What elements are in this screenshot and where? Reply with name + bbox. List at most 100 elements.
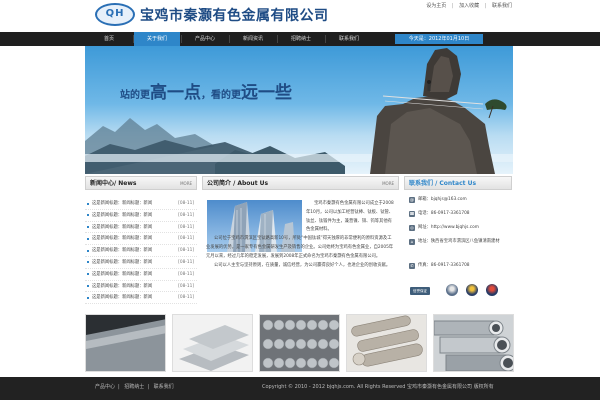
bullet-icon	[87, 249, 89, 252]
news-item[interactable]: 这是新闻标题：新闻标题：新闻 [08-11]	[85, 198, 197, 210]
bullet-icon	[87, 202, 89, 205]
contact-phone: ☎ 电话：86-0917-3361708	[408, 210, 512, 224]
titanium-bars-graphic	[347, 315, 426, 371]
news-item-title[interactable]: 这是新闻标题：新闻标题：新闻	[92, 295, 152, 300]
nav-item-jobs[interactable]: 招聘纳士	[278, 32, 324, 46]
about-panel-title: 公司简介 / About Us	[207, 180, 269, 187]
contact-list: @ 邮箱：bjqhjs@163.com ☎ 电话：86-0917-3361708 ◎…	[408, 196, 512, 276]
about-more-link[interactable]: MORE	[382, 178, 394, 190]
contact-address: ⌂ 地址：陕西省宝鸡市渭滨区八鱼镇清南建材	[408, 238, 512, 262]
fax-icon: ✆	[409, 263, 415, 269]
contact-email: @ 邮箱：bjqhjs@163.com	[408, 196, 512, 210]
divider: |	[484, 3, 487, 9]
bullet-icon	[87, 214, 89, 217]
news-item-title[interactable]: 这是新闻标题：新闻标题：新闻	[92, 213, 152, 218]
landscape-image	[85, 48, 513, 174]
about-paragraph-2: 公司位于宝鸡市渭滨区宝钛路高新10号，所处“中国钛城”得天独厚的非常便利的原料资…	[206, 236, 394, 259]
news-item-title[interactable]: 这是新闻标题：新闻标题：新闻	[92, 284, 152, 289]
about-paragraph-3: 公司以人主宝与坚持原则，在质量，诚信经营，为公司赢得良好个人，也进企业的创收贡献…	[214, 262, 391, 268]
site-header: QH 宝鸡市秦灏有色金属有限公司 设为主页 | 加入收藏 | 联系我们	[0, 0, 600, 32]
titanium-tubes-graphic	[434, 315, 513, 371]
divider: |	[451, 3, 454, 9]
titanium-plate-graphic	[173, 315, 252, 371]
bullet-icon	[87, 273, 89, 276]
slogan-text-1: 站的更	[120, 90, 150, 101]
badge-label: 信誉保证	[410, 287, 430, 295]
news-item-date: [08-11]	[178, 224, 194, 230]
nav-item-contact[interactable]: 联系我们	[326, 32, 372, 46]
top-links: 设为主页 | 加入收藏 | 联系我们	[422, 2, 512, 9]
contact-phone-text: 电话：86-0917-3361708	[418, 211, 470, 216]
top-link-homepage[interactable]: 设为主页	[426, 2, 446, 9]
trust-badge-icon[interactable]	[446, 284, 458, 296]
news-item-title[interactable]: 这是新闻标题：新闻标题：新闻	[92, 236, 152, 241]
news-more-link[interactable]: MORE	[180, 178, 192, 190]
titanium-sheet-graphic	[86, 315, 165, 371]
news-item-date: [08-11]	[178, 248, 194, 254]
news-item[interactable]: 这是新闻标题：新闻标题：新闻 [08-11]	[85, 281, 197, 293]
product-image-titanium-tubes[interactable]	[433, 314, 514, 372]
news-item-title[interactable]: 这是新闻标题：新闻标题：新闻	[92, 225, 152, 230]
footer-link-contact[interactable]: 联系我们	[154, 384, 174, 390]
product-image-titanium-bars[interactable]	[346, 314, 427, 372]
news-item-title[interactable]: 这是新闻标题：新闻标题：新闻	[92, 201, 152, 206]
about-paragraph-1: 宝鸡市秦灏有色金属有限公司成立于2008年10月，公司以加工经营钛棒、钛板、钛管…	[306, 201, 394, 233]
hero-banner: 站的更高一点，看的更远一些	[85, 46, 513, 174]
footer-link-jobs[interactable]: 招聘纳士	[124, 384, 144, 390]
news-item[interactable]: 这是新闻标题：新闻标题：新闻 [08-11]	[85, 292, 197, 305]
nav-item-home[interactable]: 首页	[86, 32, 132, 46]
news-item[interactable]: 这是新闻标题：新闻标题：新闻 [08-11]	[85, 269, 197, 281]
contact-email-text[interactable]: 邮箱：bjqhjs@163.com	[418, 197, 467, 202]
quality-badge-icon[interactable]	[466, 284, 478, 296]
nav-item-products[interactable]: 产品中心	[182, 32, 228, 46]
news-item-date: [08-11]	[178, 271, 194, 277]
contact-website: ◎ 网址：http://www.bjqhjs.com	[408, 224, 512, 238]
news-item-date: [08-11]	[178, 212, 194, 218]
footer-link-products[interactable]: 产品中心	[95, 384, 115, 390]
news-list: 这是新闻标题：新闻标题：新闻 [08-11] 这是新闻标题：新闻标题：新闻 [08-…	[85, 198, 197, 305]
news-panel-header: 新闻中心/ News MORE	[85, 176, 197, 190]
contact-panel: 联系我们 / Contact Us @ 邮箱：bjqhjs@163.com ☎ 电话…	[404, 176, 512, 308]
news-item-title[interactable]: 这是新闻标题：新闻标题：新闻	[92, 248, 152, 253]
banner-slogan: 站的更高一点，看的更远一些	[120, 78, 292, 103]
top-link-favorite[interactable]: 加入收藏	[459, 2, 479, 9]
news-item-title[interactable]: 这是新闻标题：新闻标题：新闻	[92, 272, 152, 277]
bullet-icon	[87, 226, 89, 229]
nav-item-news[interactable]: 新闻资讯	[230, 32, 276, 46]
contact-address-text: 地址：陕西省宝鸡市渭滨区八鱼镇清南建材	[418, 239, 500, 244]
logo-icon[interactable]: QH	[95, 3, 135, 26]
main-nav: 首页 关于我们 产品中心 新闻资讯 招聘纳士 联系我们	[0, 32, 600, 46]
news-panel-title: 新闻中心/ News	[90, 180, 137, 187]
date-display: 今天是：2012年01月10日	[395, 34, 483, 44]
titanium-rods-graphic	[260, 315, 339, 371]
trust-badges: 信誉保证	[410, 282, 514, 298]
nav-item-about[interactable]: 关于我们	[134, 32, 180, 46]
contact-website-text[interactable]: 网址：http://www.bjqhjs.com	[418, 225, 479, 230]
company-name: 宝鸡市秦灏有色金属有限公司	[140, 8, 329, 24]
contact-fax: ✆ 传真：86-0917-3361708	[408, 262, 512, 276]
news-item-title[interactable]: 这是新闻标题：新闻标题：新闻	[92, 260, 152, 265]
product-image-titanium-sheet[interactable]	[85, 314, 166, 372]
product-image-titanium-rods[interactable]	[259, 314, 340, 372]
about-text: 宝鸡市秦灏有色金属有限公司成立于2008年10月，公司以加工经营钛棒、钛板、钛管…	[206, 200, 394, 270]
credit-badge-icon[interactable]	[486, 284, 498, 296]
globe-icon: ◎	[409, 225, 415, 231]
slogan-text-3: ，看的更	[201, 90, 241, 101]
news-item[interactable]: 这是新闻标题：新闻标题：新闻 [08-11]	[85, 245, 197, 257]
logo-text: QH	[105, 8, 125, 19]
site-footer: 产品中心 | 招聘纳士 | 联系我们 Copyright © 2010 - 2012…	[0, 377, 600, 400]
top-link-contact[interactable]: 联系我们	[492, 2, 512, 9]
mail-icon: @	[409, 197, 415, 203]
page: QH 宝鸡市秦灏有色金属有限公司 设为主页 | 加入收藏 | 联系我们 首页 关…	[0, 0, 600, 400]
news-item[interactable]: 这是新闻标题：新闻标题：新闻 [08-11]	[85, 222, 197, 234]
news-item-date: [08-11]	[178, 283, 194, 289]
news-panel: 新闻中心/ News MORE 这是新闻标题：新闻标题：新闻 [08-11] 这是…	[85, 176, 197, 308]
slogan-text-2: 高一点	[150, 83, 201, 103]
product-gallery	[85, 314, 514, 372]
news-item[interactable]: 这是新闻标题：新闻标题：新闻 [08-11]	[85, 257, 197, 269]
news-item[interactable]: 这是新闻标题：新闻标题：新闻 [08-11]	[85, 233, 197, 246]
about-panel-header: 公司简介 / About Us MORE	[202, 176, 399, 190]
product-image-titanium-plate[interactable]	[172, 314, 253, 372]
news-item-date: [08-11]	[178, 259, 194, 265]
news-item[interactable]: 这是新闻标题：新闻标题：新闻 [08-11]	[85, 210, 197, 222]
